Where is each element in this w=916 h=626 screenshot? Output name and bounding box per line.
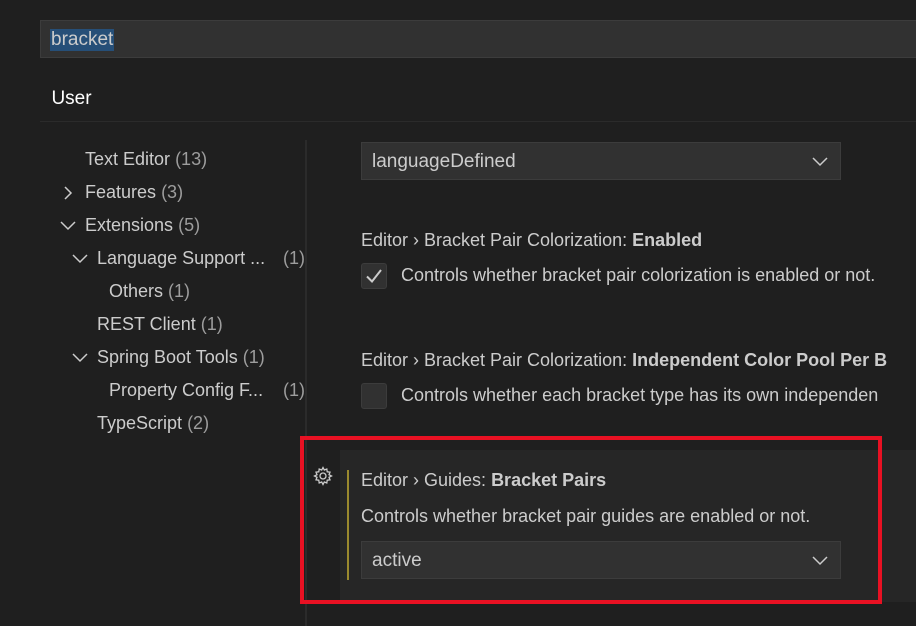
- settings-search-input[interactable]: bracket: [40, 20, 916, 58]
- toc-label: Others: [109, 281, 164, 301]
- chevron-down-icon[interactable]: [60, 209, 76, 242]
- chevron-down-icon[interactable]: [72, 242, 88, 275]
- toc-label: Features: [85, 182, 157, 202]
- independent-pool-checkbox[interactable]: [361, 383, 387, 409]
- settings-toc: Text Editor (13) Features (3) Extensions…: [40, 140, 305, 440]
- toc-item-language-support[interactable]: Language Support ... (1): [97, 242, 305, 275]
- toc-label: REST Client: [97, 314, 196, 334]
- toc-count: (13): [175, 149, 208, 169]
- highlight-annotation-box: [300, 436, 882, 604]
- setting-title-colorization-enabled: Editor › Bracket Pair Colorization: Enab…: [361, 230, 702, 251]
- toc-count: (1): [200, 314, 223, 334]
- toc-count: (3): [161, 182, 184, 202]
- toc-item-text-editor[interactable]: Text Editor (13): [85, 143, 207, 176]
- search-query-text: bracket: [50, 29, 115, 51]
- toc-item-rest-client[interactable]: REST Client (1): [97, 308, 223, 341]
- toc-count: (5): [178, 215, 201, 235]
- toc-item-others[interactable]: Others (1): [109, 275, 190, 308]
- check-icon: [366, 269, 382, 284]
- toc-count: (1): [283, 380, 305, 400]
- toc-count: (1): [242, 347, 265, 367]
- setting-title-independent-pool: Editor › Bracket Pair Colorization: Inde…: [361, 350, 887, 371]
- toc-item-property-config[interactable]: Property Config F... (1): [109, 374, 305, 407]
- toc-count: (1): [168, 281, 191, 301]
- toc-label: Extensions: [85, 215, 174, 235]
- tab-divider: [40, 121, 916, 122]
- setting-description: Controls whether each bracket type has i…: [401, 385, 879, 405]
- toc-item-spring-boot-tools[interactable]: Spring Boot Tools (1): [97, 341, 265, 374]
- setting-category: Editor › Bracket Pair Colorization:: [361, 230, 633, 250]
- toc-count: (2): [187, 413, 210, 433]
- toc-label: Language Support ...: [97, 248, 266, 268]
- toc-item-typescript[interactable]: TypeScript (2): [97, 407, 209, 440]
- chevron-down-icon: [812, 157, 828, 167]
- toc-label: Property Config F...: [109, 380, 264, 400]
- toc-item-extensions[interactable]: Extensions (5): [85, 209, 200, 242]
- setting-description: Controls whether bracket pair colorizati…: [401, 265, 876, 285]
- chevron-down-icon[interactable]: [72, 341, 88, 374]
- toc-label: Spring Boot Tools: [97, 347, 238, 367]
- toc-count: (1): [283, 248, 305, 268]
- setting-name: Independent Color Pool Per B: [632, 350, 888, 370]
- colorization-enabled-checkbox[interactable]: [361, 263, 387, 289]
- chevron-right-icon[interactable]: [62, 176, 76, 209]
- setting-name: Enabled: [632, 230, 703, 250]
- toc-label: Text Editor: [85, 149, 171, 169]
- setting-category: Editor › Bracket Pair Colorization:: [361, 350, 633, 370]
- dropdown-value: languageDefined: [372, 151, 516, 172]
- toc-label: TypeScript: [97, 413, 183, 433]
- tab-user[interactable]: User: [40, 84, 103, 122]
- bracket-colorization-dropdown[interactable]: languageDefined: [361, 142, 841, 180]
- toc-item-features[interactable]: Features (3): [85, 176, 183, 209]
